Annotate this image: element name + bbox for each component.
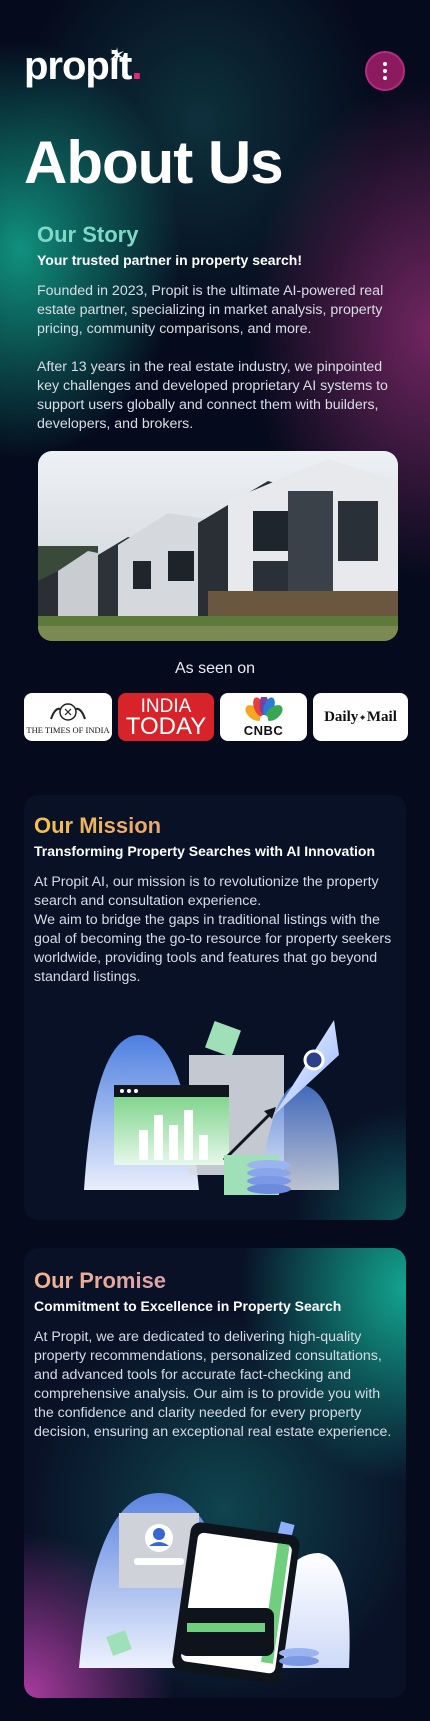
promise-heading: Our Promise (34, 1268, 394, 1294)
mail-text: Mail (366, 708, 397, 725)
menu-dot (383, 69, 387, 73)
press-logos: THE TIMES OF INDIA INDIA TODAY CNBC Dail… (24, 693, 408, 741)
peacock-icon (244, 696, 283, 723)
daily-mail-logo[interactable]: Daily ◈ Mail (313, 693, 408, 741)
mission-heading: Our Mission (34, 813, 394, 839)
mission-paragraph-1: At Propit AI, our mission is to revoluti… (34, 874, 379, 909)
mission-illustration (84, 1020, 339, 1195)
promise-illustration (79, 1493, 350, 1683)
page-title: About Us (24, 129, 284, 196)
story-subheading: Your trusted partner in property search! (37, 252, 303, 268)
more-vertical-icon (383, 62, 387, 66)
today-text: TODAY (125, 713, 207, 740)
story-paragraph-2: After 13 years in the real estate indust… (37, 359, 388, 432)
mission-subheading: Transforming Property Searches with AI I… (34, 843, 375, 859)
our-mission-card: Our Mission Transforming Property Search… (24, 795, 406, 1220)
brand-dot: . (131, 44, 142, 88)
toi-mark: THE TIMES OF INDIA (26, 699, 110, 735)
menu-button[interactable] (365, 51, 405, 91)
promise-text: Our Promise Commitment to Excellence in … (34, 1268, 394, 1442)
menu-dot (383, 76, 387, 80)
toi-text: THE TIMES OF INDIA (26, 725, 110, 735)
cnbc-logo[interactable]: CNBC (220, 693, 307, 741)
promise-subheading: Commitment to Excellence in Property Sea… (34, 1298, 342, 1314)
daily-text: Daily (324, 708, 359, 725)
cnbc-mark: CNBC (242, 696, 286, 738)
mission-text: Our Mission Transforming Property Search… (34, 813, 394, 987)
india-today-mark: INDIA TODAY (125, 697, 207, 740)
our-promise-card: Our Promise Commitment to Excellence in … (24, 1248, 406, 1698)
our-story-section: Our Story Your trusted partner in proper… (37, 222, 402, 434)
cnbc-text: CNBC (243, 722, 284, 738)
mission-paragraph-2: We aim to bridge the gaps in traditional… (34, 912, 392, 985)
townhouses-photo (38, 451, 398, 641)
about-page: propit. About Us Our Story Your trusted … (0, 0, 430, 1721)
india-today-logo[interactable]: INDIA TODAY (118, 693, 214, 741)
story-heading: Our Story (37, 222, 139, 247)
emblem-icon (50, 703, 86, 721)
sparkle-icon (110, 47, 125, 63)
story-paragraph-1: Founded in 2023, Propit is the ultimate … (37, 283, 384, 337)
daily-mail-mark: Daily ◈ Mail (324, 709, 397, 726)
times-of-india-logo[interactable]: THE TIMES OF INDIA (24, 693, 112, 741)
daily-mail-crest-icon: ◈ (360, 714, 365, 721)
promise-paragraph: At Propit, we are dedicated to deliverin… (34, 1329, 392, 1440)
as-seen-on-label: As seen on (174, 660, 256, 677)
